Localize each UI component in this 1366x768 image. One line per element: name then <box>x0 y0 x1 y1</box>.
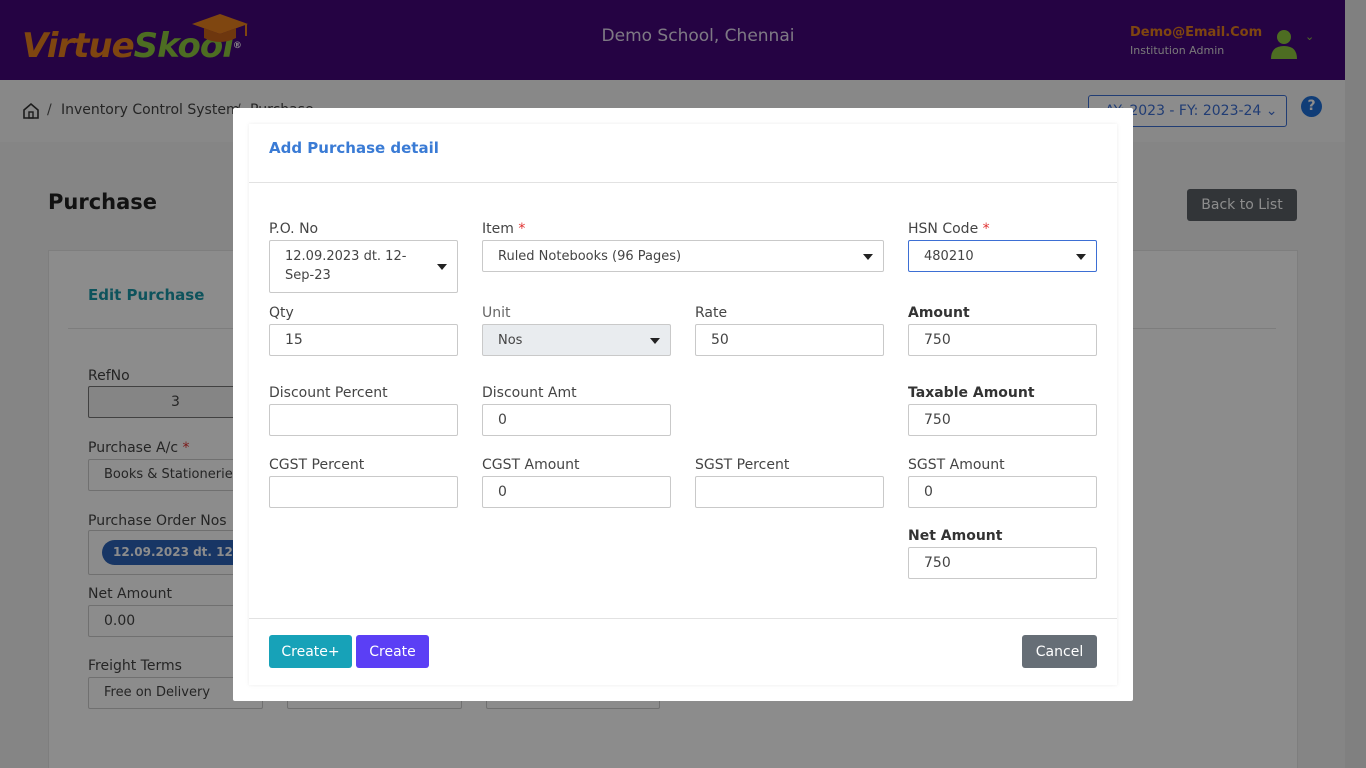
po-no-value: 12.09.2023 dt. 12-Sep-23 <box>285 249 407 283</box>
rate-input[interactable]: 50 <box>695 324 884 356</box>
cgst-amount-label: CGST Amount <box>482 457 580 473</box>
net-amount-label: Net Amount <box>908 528 1003 544</box>
discount-percent-label: Discount Percent <box>269 385 388 401</box>
sgst-amount-input[interactable]: 0 <box>908 476 1097 508</box>
required-mark: * <box>518 221 526 237</box>
caret-down-icon <box>863 254 873 260</box>
amount-input[interactable]: 750 <box>908 324 1097 356</box>
unit-value: Nos <box>498 333 523 348</box>
item-value: Ruled Notebooks (96 Pages) <box>498 249 682 264</box>
sgst-percent-input[interactable] <box>695 476 884 508</box>
hsn-code-label: HSN Code * <box>908 221 990 237</box>
modal-header-divider <box>249 182 1117 183</box>
item-label-text: Item <box>482 221 514 237</box>
sgst-percent-label: SGST Percent <box>695 457 790 473</box>
cgst-amount-input[interactable]: 0 <box>482 476 671 508</box>
item-select[interactable]: Ruled Notebooks (96 Pages) <box>482 240 884 272</box>
caret-down-icon <box>650 338 660 344</box>
unit-select[interactable]: Nos <box>482 324 671 356</box>
caret-down-icon <box>1076 254 1086 260</box>
qty-label: Qty <box>269 305 294 321</box>
create-button[interactable]: Create <box>356 635 429 668</box>
rate-label: Rate <box>695 305 728 321</box>
hsn-code-value: 480210 <box>924 249 974 264</box>
create-plus-button[interactable]: Create+ <box>269 635 352 668</box>
unit-label: Unit <box>482 305 511 321</box>
required-mark: * <box>982 221 990 237</box>
taxable-amount-label: Taxable Amount <box>908 385 1035 401</box>
discount-percent-input[interactable] <box>269 404 458 436</box>
cancel-button[interactable]: Cancel <box>1022 635 1097 668</box>
sgst-amount-label: SGST Amount <box>908 457 1005 473</box>
cgst-percent-input[interactable] <box>269 476 458 508</box>
cgst-percent-label: CGST Percent <box>269 457 365 473</box>
caret-down-icon <box>437 264 447 270</box>
hsn-code-label-text: HSN Code <box>908 221 979 237</box>
modal-footer-divider <box>249 618 1117 619</box>
discount-amt-input[interactable]: 0 <box>482 404 671 436</box>
item-label: Item * <box>482 221 525 237</box>
po-no-label: P.O. No <box>269 221 319 237</box>
add-purchase-detail-modal: Add Purchase detail P.O. No 12.09.2023 d… <box>233 108 1133 701</box>
taxable-amount-input[interactable]: 750 <box>908 404 1097 436</box>
discount-amt-label: Discount Amt <box>482 385 577 401</box>
amount-label: Amount <box>908 305 970 321</box>
net-amount-input[interactable]: 750 <box>908 547 1097 579</box>
hsn-code-select[interactable]: 480210 <box>908 240 1097 272</box>
modal-title: Add Purchase detail <box>269 139 439 157</box>
po-no-select[interactable]: 12.09.2023 dt. 12-Sep-23 <box>269 240 458 293</box>
qty-input[interactable]: 15 <box>269 324 458 356</box>
